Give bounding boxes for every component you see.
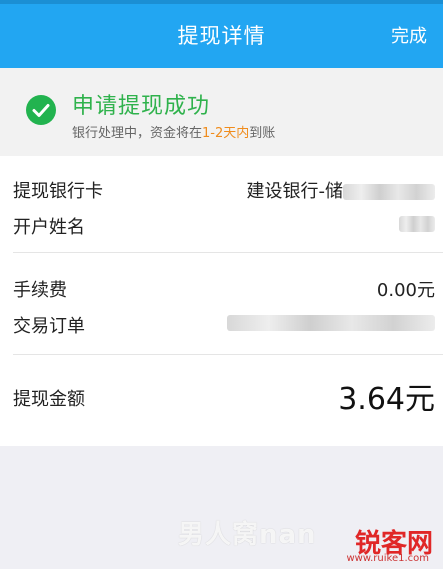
bank-label: 提现银行卡: [13, 181, 103, 202]
done-button[interactable]: 完成: [391, 22, 427, 48]
subtitle-suffix: 到账: [249, 126, 276, 141]
masked-card-number: [343, 184, 435, 200]
amount-label: 提现金额: [13, 389, 85, 410]
fee-value: 0.00元: [376, 280, 435, 301]
bank-name: 建设银行-储: [246, 181, 344, 202]
fee-label: 手续费: [13, 280, 67, 301]
watermark-url: www.ruike1.com: [346, 553, 429, 564]
success-subtitle: 银行处理中，资金将在1-2天内到账: [72, 122, 275, 141]
amount-value: 3.64元: [338, 382, 435, 417]
bank-value: 建设银行-储: [246, 177, 435, 203]
watermark-text: 男人窝nan: [178, 520, 317, 550]
name-label: 开户姓名: [13, 217, 85, 238]
success-title: 申请提现成功: [72, 94, 211, 119]
order-label: 交易订单: [13, 316, 85, 337]
bank-row: 提现银行卡 建设银行-储: [0, 174, 443, 204]
status-edge: [0, 0, 443, 4]
divider: [13, 252, 443, 253]
order-row: 交易订单: [0, 309, 443, 339]
subtitle-highlight: 1-2天内: [202, 126, 250, 141]
divider: [13, 354, 443, 355]
subtitle-prefix: 银行处理中，资金将在: [72, 126, 203, 141]
header-bar: 提现详情 完成: [0, 0, 443, 68]
checkmark-icon: [32, 104, 50, 117]
masked-name: [399, 216, 435, 232]
name-value: [399, 213, 435, 234]
success-panel: 申请提现成功 银行处理中，资金将在1-2天内到账: [0, 68, 443, 156]
order-value: [227, 312, 435, 333]
fee-row: 手续费 0.00元: [0, 273, 443, 303]
detail-card: 提现银行卡 建设银行-储 开户姓名 手续费 0.00元 交易订单 提现金额 3.…: [0, 156, 443, 446]
page-title: 提现详情: [177, 24, 266, 48]
check-circle-icon: [26, 95, 56, 125]
name-row: 开户姓名: [0, 210, 443, 240]
masked-order-number: [227, 315, 435, 331]
